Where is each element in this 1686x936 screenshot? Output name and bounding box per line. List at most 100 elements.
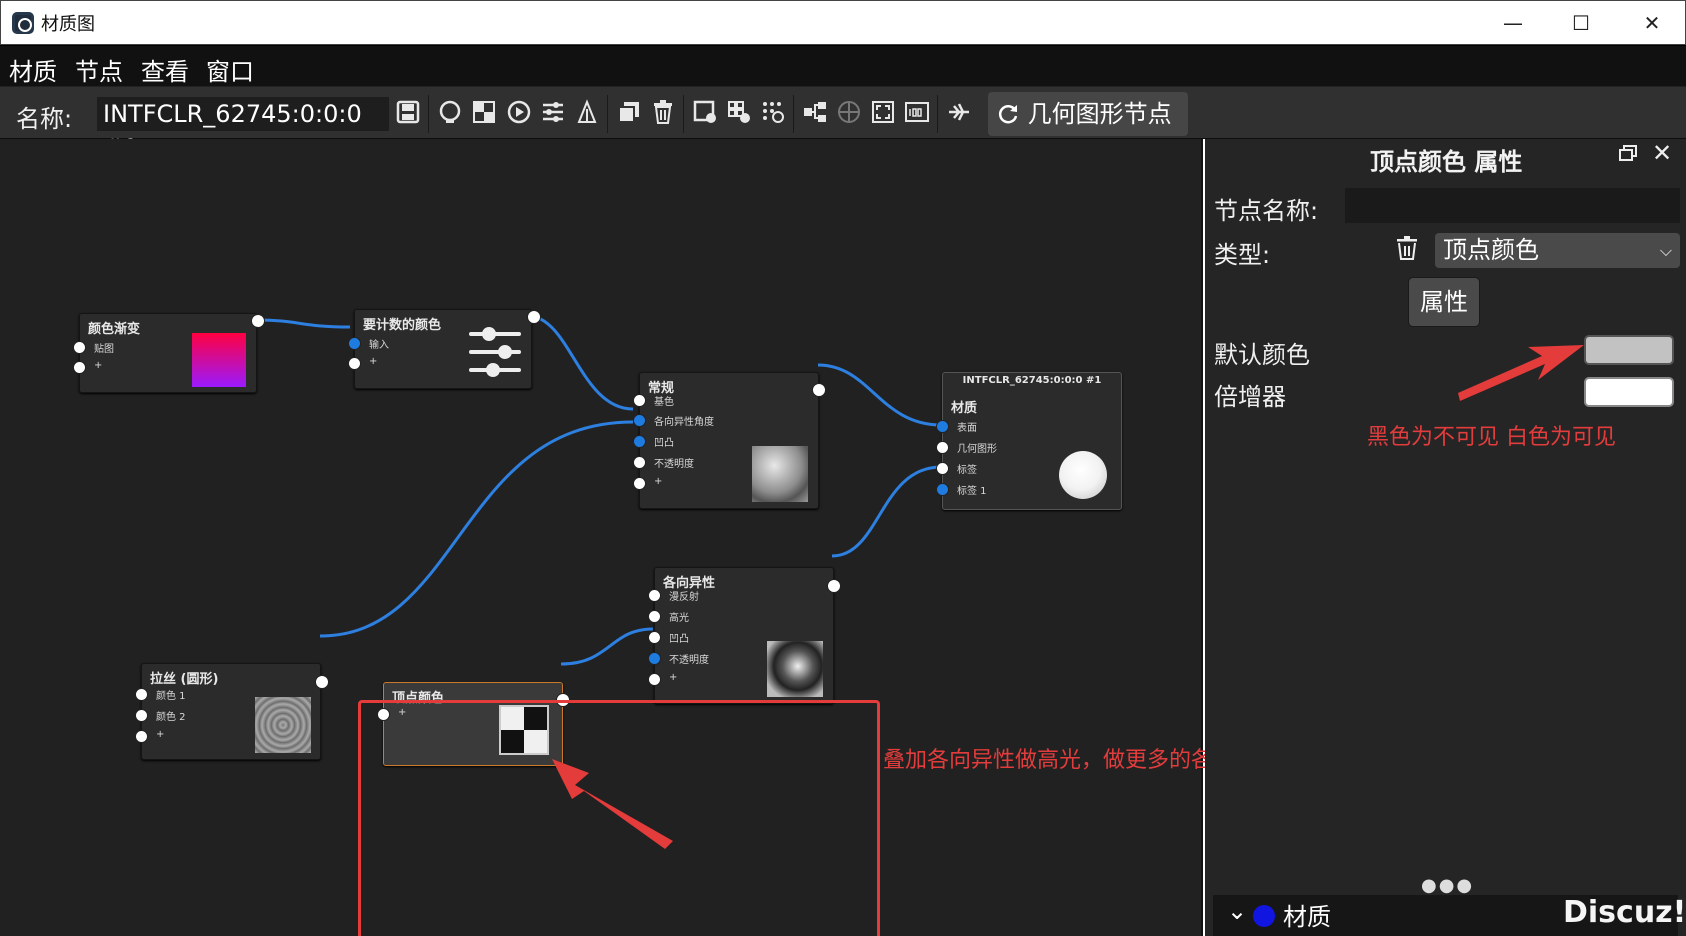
input-port[interactable] — [648, 631, 661, 644]
sliders-icon[interactable] — [539, 99, 567, 127]
port-row: 漫反射 — [648, 586, 833, 606]
material-slots-icon[interactable] — [573, 99, 601, 127]
menu-bar: 材质 节点 查看 窗口 — [0, 45, 1686, 86]
input-port[interactable] — [648, 589, 661, 602]
node-brushed-circular[interactable]: 拉丝 (圆形) 颜色 1 颜色 2 + — [135, 663, 329, 760]
wire-aniso-to-material-label1 — [831, 465, 942, 558]
input-port[interactable] — [648, 673, 661, 686]
menu-node[interactable]: 节点 — [75, 52, 123, 87]
output-port[interactable] — [251, 314, 265, 328]
layout-tree-icon[interactable] — [801, 99, 829, 127]
output-port[interactable] — [827, 579, 841, 593]
toolbar-separator — [428, 95, 429, 133]
wire-gradient-to-counted — [255, 318, 351, 329]
port-label: 标签 1 — [957, 486, 987, 497]
minimize-button[interactable]: — — [1493, 9, 1533, 37]
node-view-icon[interactable] — [691, 99, 719, 127]
port-label: 不透明度 — [654, 459, 694, 470]
node-color-gradient[interactable]: 颜色渐变 贴图 + — [73, 313, 265, 393]
input-port[interactable] — [936, 441, 949, 454]
more-icon[interactable]: ●●● — [1421, 875, 1474, 896]
input-port[interactable] — [633, 414, 646, 427]
input-port[interactable] — [633, 456, 646, 469]
port-label: 凹凸 — [654, 438, 674, 449]
port-label: + — [369, 356, 378, 367]
port-label: 颜色 2 — [156, 712, 186, 723]
input-port[interactable] — [936, 462, 949, 475]
default-color-swatch[interactable] — [1584, 335, 1674, 365]
input-port[interactable] — [936, 420, 949, 433]
port-label: 漫反射 — [669, 592, 699, 603]
toolbar-separator — [937, 95, 938, 133]
material-graph-window: 材质图 — ☐ ✕ 材质 节点 查看 窗口 名称: INTFCLR_62745:… — [0, 0, 1686, 936]
trash-icon[interactable] — [1395, 236, 1419, 266]
port-label: 高光 — [669, 613, 689, 624]
sphere-preview-icon[interactable] — [436, 99, 464, 127]
node-name-input[interactable] — [1345, 188, 1680, 223]
menu-window[interactable]: 窗口 — [206, 52, 254, 87]
input-port[interactable] — [73, 361, 86, 374]
panel-restore-icon[interactable] — [1619, 145, 1639, 165]
sliders-preview-icon — [467, 324, 523, 380]
default-color-label: 默认颜色 — [1214, 341, 1310, 369]
input-port[interactable] — [648, 652, 661, 665]
input-port[interactable] — [936, 483, 949, 496]
toolbar: 名称: INTFCLR_62745:0:0:0 #1 — [0, 86, 1686, 162]
delete-icon[interactable] — [649, 99, 677, 127]
port-label: 几何图形 — [957, 444, 997, 455]
material-name-field[interactable]: INTFCLR_62745:0:0:0 #1 — [97, 97, 389, 162]
input-port[interactable] — [348, 337, 361, 350]
play-preview-icon[interactable] — [505, 99, 533, 127]
material-sphere-preview — [1059, 451, 1107, 499]
node-title: 颜色渐变 — [88, 322, 141, 337]
fit-view-icon[interactable] — [869, 99, 897, 127]
type-select[interactable]: 顶点颜色 ⌵ — [1435, 233, 1680, 268]
properties-panel: 顶点颜色 属性 ✕ 节点名称: 类型: 顶点颜色 ⌵ 属性 默认颜色 倍增器 黑… — [1205, 139, 1686, 936]
save-icon[interactable] — [394, 99, 422, 127]
toolbar-separator — [793, 95, 794, 133]
multiplier-color-swatch[interactable] — [1584, 377, 1674, 407]
node-anisotropy[interactable]: 各向异性 漫反射 高光 凹凸 不透明度 + — [648, 567, 841, 704]
output-port[interactable] — [315, 675, 329, 689]
chevron-down-icon[interactable]: ⌄ — [1227, 897, 1247, 925]
wire-vertexcolor-to-aniso — [560, 627, 654, 666]
checker-background-icon[interactable] — [470, 99, 498, 127]
input-port[interactable] — [633, 435, 646, 448]
link-nodes-icon[interactable] — [945, 99, 973, 127]
zoom-100-icon[interactable] — [903, 99, 931, 127]
node-material-output[interactable]: INTFCLR_62745:0:0:0 #1 材质 表面 几何图形 标签 标签 … — [936, 372, 1122, 510]
dots-layout-icon[interactable] — [759, 99, 787, 127]
node-canvas[interactable]: 颜色渐变 贴图 + 要计数的颜色 输入 + 常规 基色 各向异性角度 凹凸 不透… — [0, 139, 1572, 936]
menu-material[interactable]: 材质 — [9, 52, 57, 87]
input-port[interactable] — [633, 477, 646, 490]
center-view-icon[interactable] — [835, 99, 863, 127]
input-port[interactable] — [73, 341, 86, 354]
maximize-button[interactable]: ☐ — [1561, 9, 1601, 37]
input-port[interactable] — [648, 610, 661, 623]
metal-sphere-preview — [752, 446, 808, 502]
toolbar-separator — [607, 95, 608, 133]
output-port[interactable] — [812, 383, 826, 397]
input-port[interactable] — [135, 688, 148, 701]
close-button[interactable]: ✕ — [1632, 9, 1672, 37]
grid-layout-icon[interactable] — [725, 99, 753, 127]
node-general[interactable]: 常规 基色 各向异性角度 凹凸 不透明度 + — [633, 372, 826, 509]
panel-close-icon[interactable]: ✕ — [1652, 141, 1676, 165]
menu-view[interactable]: 查看 — [141, 52, 189, 87]
input-port[interactable] — [633, 394, 646, 407]
brushed-texture-preview — [255, 697, 311, 753]
copy-icon[interactable] — [615, 99, 643, 127]
port-row: 表面 — [936, 417, 1121, 437]
input-port[interactable] — [135, 730, 148, 743]
input-port[interactable] — [135, 709, 148, 722]
properties-button[interactable]: 属性 — [1408, 277, 1480, 327]
port-label: 表面 — [957, 423, 977, 434]
wire-brushed-to-general-bump — [319, 420, 634, 638]
port-label: + — [654, 476, 663, 487]
output-port[interactable] — [527, 310, 541, 324]
port-label: 各向异性角度 — [654, 417, 714, 428]
node-counted-color[interactable]: 要计数的颜色 输入 + — [348, 309, 541, 389]
input-port[interactable] — [348, 357, 361, 370]
name-label: 名称: — [16, 105, 73, 133]
geometry-node-button[interactable]: 几何图形节点 — [988, 92, 1188, 136]
